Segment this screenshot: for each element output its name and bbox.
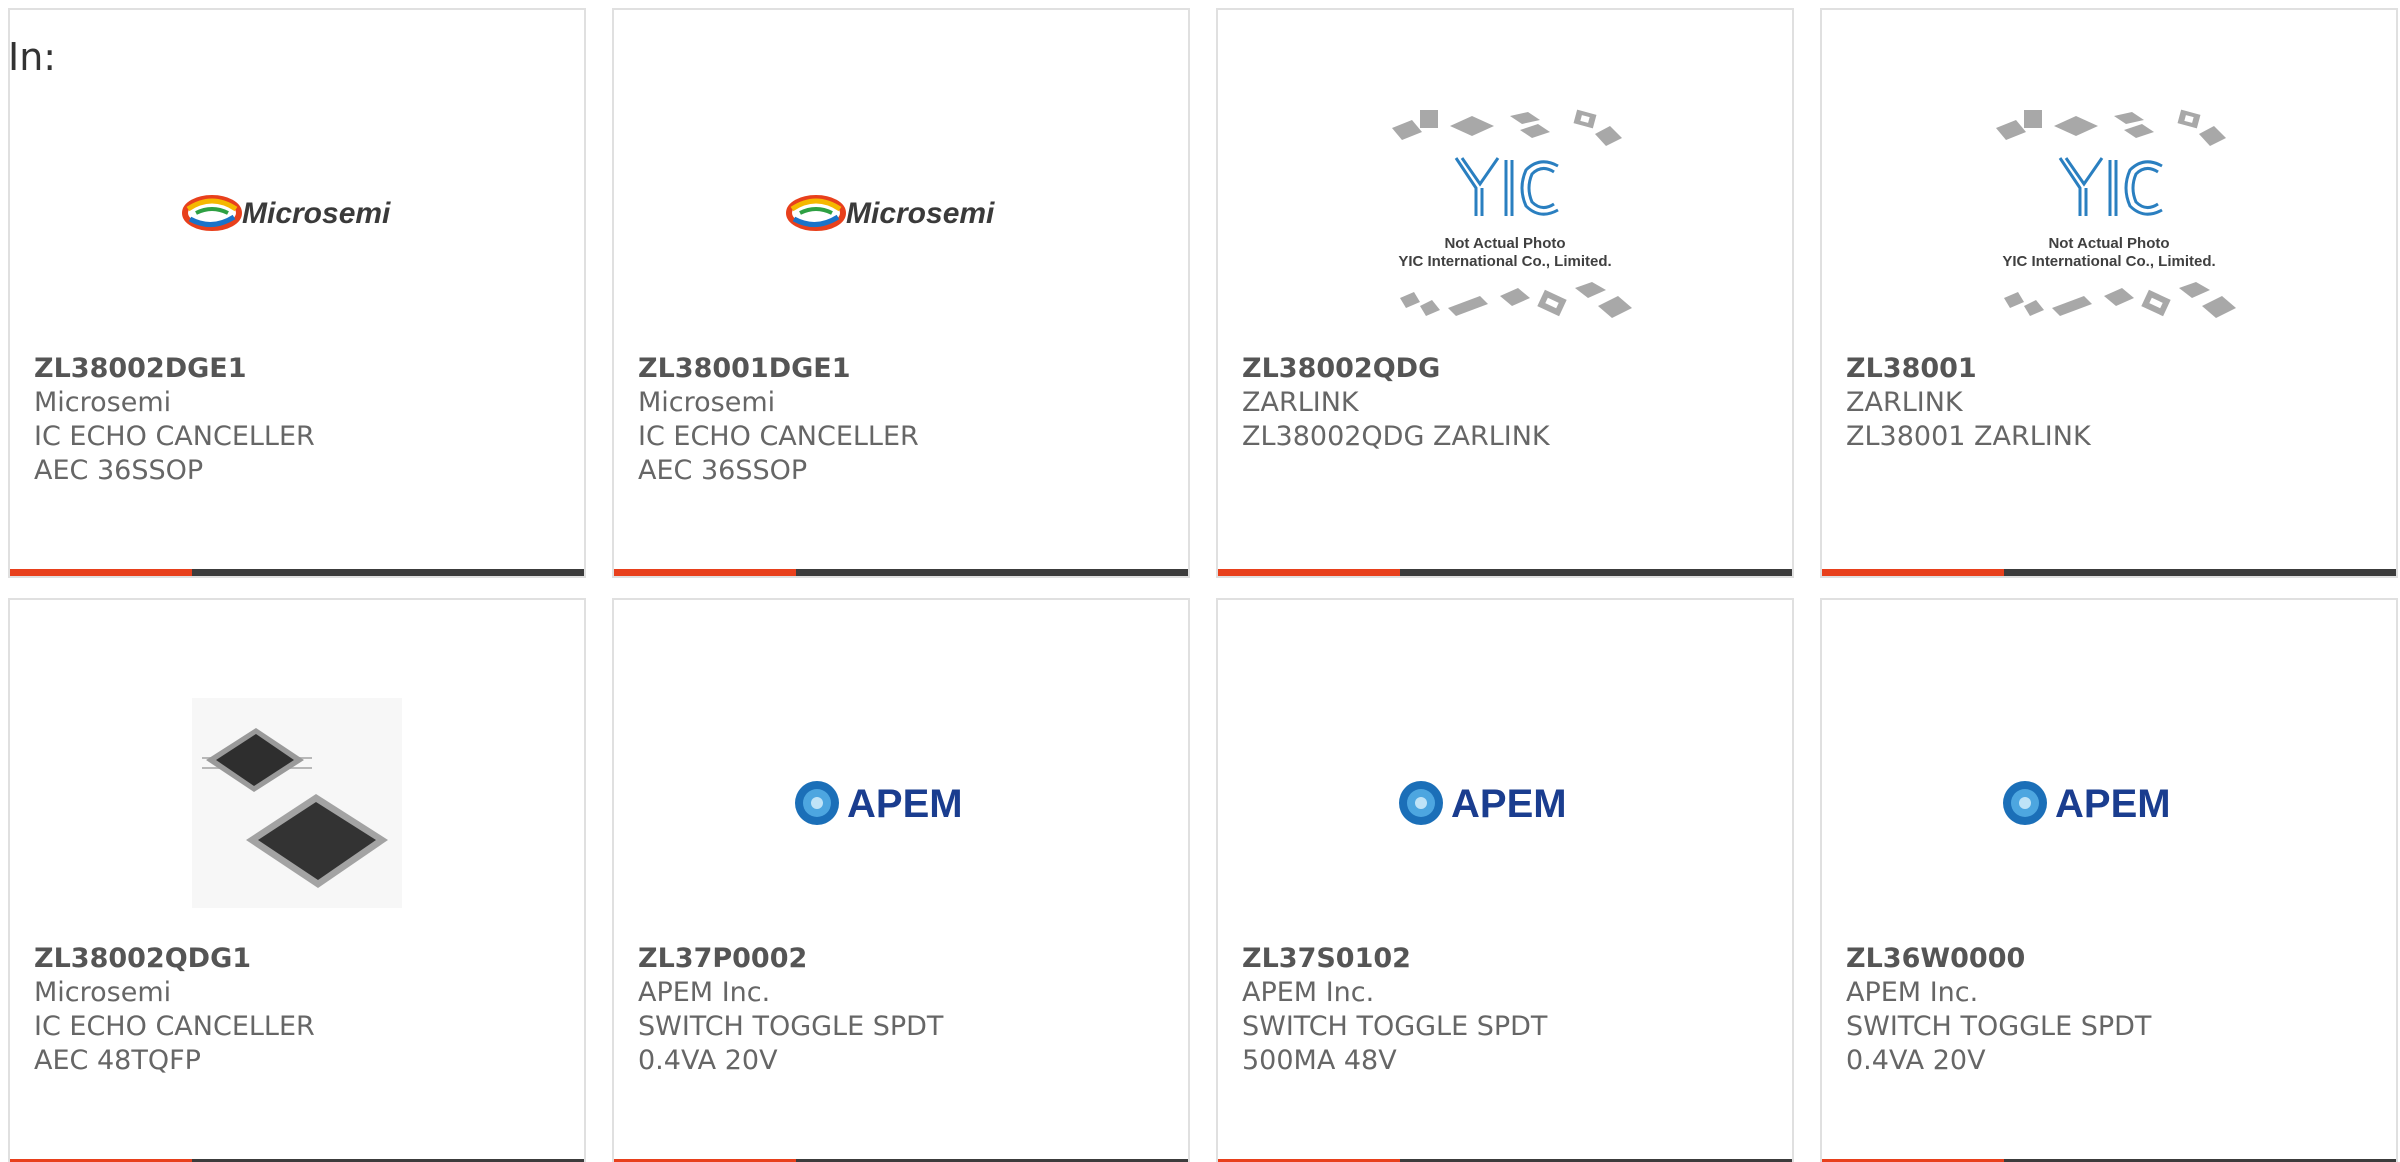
description: ZL38001 ZARLINK bbox=[1846, 421, 2091, 452]
product-card[interactable]: Not Actual Photo YIC International Co., … bbox=[1820, 8, 2398, 578]
card-bottom-accent bbox=[1822, 569, 2004, 576]
microsemi-logo: Microsemi bbox=[766, 98, 1036, 328]
product-info: ZL38002QDG ZARLINK ZL38002QDG ZARLINK bbox=[1242, 352, 1768, 454]
product-card[interactable]: Microsemi ZL38001DGE1 Microsemi IC ECHO … bbox=[612, 8, 1190, 578]
product-card[interactable]: APEM ZL37P0002 APEM Inc. SWITCH TOGGLE S… bbox=[612, 598, 1190, 1162]
product-card[interactable]: APEM ZL37S0102 APEM Inc. SWITCH TOGGLE S… bbox=[1216, 598, 1794, 1162]
manufacturer: ZARLINK bbox=[1846, 387, 1963, 418]
svg-text:APEM: APEM bbox=[1451, 782, 1567, 826]
product-info: ZL36W0000 APEM Inc. SWITCH TOGGLE SPDT 0… bbox=[1846, 942, 2372, 1078]
product-card[interactable]: Not Actual Photo YIC International Co., … bbox=[1216, 8, 1794, 578]
apem-logo: APEM bbox=[1370, 688, 1640, 918]
page-heading: In: bbox=[8, 35, 57, 79]
part-number-link[interactable]: ZL37S0102 bbox=[1242, 942, 1768, 976]
microsemi-logo: Microsemi bbox=[162, 98, 432, 328]
apem-logo: APEM bbox=[766, 688, 1036, 918]
svg-text:YIC International Co., Limited: YIC International Co., Limited. bbox=[2002, 253, 2215, 270]
part-number-link[interactable]: ZL37P0002 bbox=[638, 942, 1164, 976]
part-number-link[interactable]: ZL38002QDG1 bbox=[34, 942, 560, 976]
product-info: ZL38001 ZARLINK ZL38001 ZARLINK bbox=[1846, 352, 2372, 454]
manufacturer: ZARLINK bbox=[1242, 387, 1359, 418]
product-card[interactable]: Microsemi ZL38002DGE1 Microsemi IC ECHO … bbox=[8, 8, 586, 578]
manufacturer: Microsemi bbox=[34, 387, 172, 418]
card-bottom-accent bbox=[10, 569, 192, 576]
part-number-link[interactable]: ZL38001 bbox=[1846, 352, 2372, 386]
description: SWITCH TOGGLE SPDT 0.4VA 20V bbox=[1846, 1011, 2152, 1076]
manufacturer: Microsemi bbox=[34, 977, 172, 1008]
product-grid-page: In: Microsemi ZL38002DGE1 Microsemi IC E… bbox=[0, 0, 2400, 1162]
product-info: ZL38002DGE1 Microsemi IC ECHO CANCELLER … bbox=[34, 352, 560, 488]
product-info: ZL37S0102 APEM Inc. SWITCH TOGGLE SPDT 5… bbox=[1242, 942, 1768, 1078]
svg-text:Microsemi: Microsemi bbox=[846, 197, 995, 230]
product-grid: Microsemi ZL38002DGE1 Microsemi IC ECHO … bbox=[8, 8, 2398, 1162]
manufacturer: Microsemi bbox=[638, 387, 776, 418]
description: ZL38002QDG ZARLINK bbox=[1242, 421, 1550, 452]
description: IC ECHO CANCELLER AEC 36SSOP bbox=[34, 421, 315, 486]
svg-text:YIC International Co., Limited: YIC International Co., Limited. bbox=[1398, 253, 1611, 270]
apem-logo: APEM bbox=[1974, 688, 2244, 918]
product-card[interactable]: ZL38002QDG1 Microsemi IC ECHO CANCELLER … bbox=[8, 598, 586, 1162]
svg-text:Not Actual Photo: Not Actual Photo bbox=[1444, 235, 1565, 252]
product-info: ZL37P0002 APEM Inc. SWITCH TOGGLE SPDT 0… bbox=[638, 942, 1164, 1078]
card-bottom-accent bbox=[614, 569, 796, 576]
part-number-link[interactable]: ZL38001DGE1 bbox=[638, 352, 1164, 386]
manufacturer: APEM Inc. bbox=[1242, 977, 1375, 1008]
description: SWITCH TOGGLE SPDT 500MA 48V bbox=[1242, 1011, 1548, 1076]
product-info: ZL38001DGE1 Microsemi IC ECHO CANCELLER … bbox=[638, 352, 1164, 488]
yic-placeholder-photo: Not Actual Photo YIC International Co., … bbox=[1370, 98, 1640, 328]
part-number-link[interactable]: ZL38002DGE1 bbox=[34, 352, 560, 386]
part-number-link[interactable]: ZL38002QDG bbox=[1242, 352, 1768, 386]
svg-text:Microsemi: Microsemi bbox=[242, 197, 391, 230]
tqfp-chip-photo bbox=[162, 688, 432, 918]
yic-placeholder-photo: Not Actual Photo YIC International Co., … bbox=[1974, 98, 2244, 328]
svg-text:Not Actual Photo: Not Actual Photo bbox=[2048, 235, 2169, 252]
description: SWITCH TOGGLE SPDT 0.4VA 20V bbox=[638, 1011, 944, 1076]
card-bottom-accent bbox=[1218, 569, 1400, 576]
manufacturer: APEM Inc. bbox=[638, 977, 771, 1008]
svg-text:APEM: APEM bbox=[847, 782, 963, 826]
manufacturer: APEM Inc. bbox=[1846, 977, 1979, 1008]
description: IC ECHO CANCELLER AEC 48TQFP bbox=[34, 1011, 315, 1076]
part-number-link[interactable]: ZL36W0000 bbox=[1846, 942, 2372, 976]
product-info: ZL38002QDG1 Microsemi IC ECHO CANCELLER … bbox=[34, 942, 560, 1078]
description: IC ECHO CANCELLER AEC 36SSOP bbox=[638, 421, 919, 486]
product-card[interactable]: APEM ZL36W0000 APEM Inc. SWITCH TOGGLE S… bbox=[1820, 598, 2398, 1162]
svg-text:APEM: APEM bbox=[2055, 782, 2171, 826]
